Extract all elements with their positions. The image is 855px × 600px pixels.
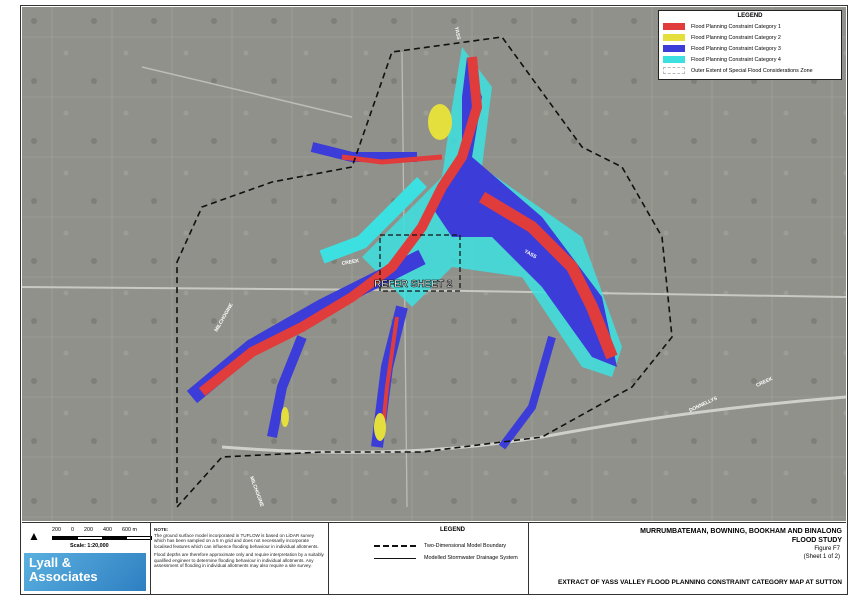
scale-tick: 200 — [52, 527, 61, 533]
divider — [150, 523, 151, 594]
legend-swatch-category-4 — [663, 56, 685, 63]
divider — [328, 523, 329, 594]
legend-item: Outer Extent of Special Flood Considerat… — [663, 65, 837, 76]
refer-sheet-label: REFER SHEET 2 — [374, 279, 453, 290]
legend-item: Flood Planning Constraint Category 1 — [663, 21, 837, 32]
bottom-legend-title: LEGEND — [440, 527, 466, 533]
legend-item: Flood Planning Constraint Category 4 — [663, 54, 837, 65]
legend-title: LEGEND — [737, 13, 763, 19]
map-legend: LEGEND Flood Planning Constraint Categor… — [658, 10, 842, 80]
study-subtitle: FLOOD STUDY — [791, 537, 842, 544]
legend-label: Flood Planning Constraint Category 2 — [691, 34, 781, 41]
note-paragraph: Flood depths are therefore approximate o… — [154, 552, 324, 568]
legend-label: Flood Planning Constraint Category 4 — [691, 56, 781, 63]
legend-label: Outer Extent of Special Flood Considerat… — [691, 67, 813, 74]
figure-number: Figure F7 (Sheet 1 of 2) — [804, 545, 840, 561]
figure-label: Figure F7 — [814, 546, 840, 552]
divider — [528, 523, 529, 594]
title-block: MURRUMBATEMAN, BOWNING, BOOKHAM AND BINA… — [552, 527, 842, 545]
legend-label: Flood Planning Constraint Category 1 — [691, 23, 781, 30]
legend-swatch-category-3 — [663, 45, 685, 52]
scale-tick: 600 m — [122, 527, 137, 533]
drainage-line-icon — [374, 557, 416, 559]
legend-swatch-outer-extent — [663, 67, 685, 74]
flood-category-2-area — [428, 104, 452, 140]
legend-label: Flood Planning Constraint Category 3 — [691, 45, 781, 52]
legend-item-stormwater: Modelled Stormwater Drainage System — [374, 555, 518, 561]
map-canvas: REFER SHEET 2 CREEK CREEK YASS YASS DONN… — [22, 7, 846, 521]
company-logo: Lyall & Associates — [24, 553, 146, 591]
logo-line: Associates — [29, 569, 98, 584]
scale-tick: 200 — [84, 527, 93, 533]
legend-label: Two-Dimensional Model Boundary — [424, 543, 507, 549]
flood-category-2-area — [281, 407, 289, 427]
legend-swatch-category-2 — [663, 34, 685, 41]
study-title: MURRUMBATEMAN, BOWNING, BOOKHAM AND BINA… — [640, 528, 842, 535]
legend-label: Modelled Stormwater Drainage System — [424, 555, 518, 561]
legend-item: Flood Planning Constraint Category 2 — [663, 32, 837, 43]
logo-line: Lyall & — [29, 555, 72, 570]
scale-bar — [52, 536, 152, 540]
north-arrow-icon: ▲ — [28, 529, 40, 543]
figure-caption: EXTRACT OF YASS VALLEY FLOOD PLANNING CO… — [558, 579, 842, 586]
flood-category-2-area — [374, 413, 386, 441]
note-paragraph: The ground surface model incorporated in… — [154, 532, 319, 549]
scale-tick: 0 — [71, 527, 74, 533]
legend-item-model-boundary: Two-Dimensional Model Boundary — [374, 543, 506, 549]
scale-text: Scale: 1:20,000 — [70, 543, 109, 549]
aerial-map[interactable]: REFER SHEET 2 CREEK CREEK YASS YASS DONN… — [22, 7, 846, 521]
title-panel: ▲ 200 0 200 400 600 m Scale: 1:20,000 Ly… — [22, 522, 846, 594]
legend-item: Flood Planning Constraint Category 3 — [663, 43, 837, 54]
sheet-label: (Sheet 1 of 2) — [803, 554, 840, 560]
dashed-line-icon — [374, 545, 416, 547]
legend-swatch-category-1 — [663, 23, 685, 30]
note-text: NOTE: The ground surface model incorpora… — [154, 527, 324, 569]
scale-tick: 400 — [103, 527, 112, 533]
scale-ticks: 200 0 200 400 600 m — [52, 527, 137, 533]
